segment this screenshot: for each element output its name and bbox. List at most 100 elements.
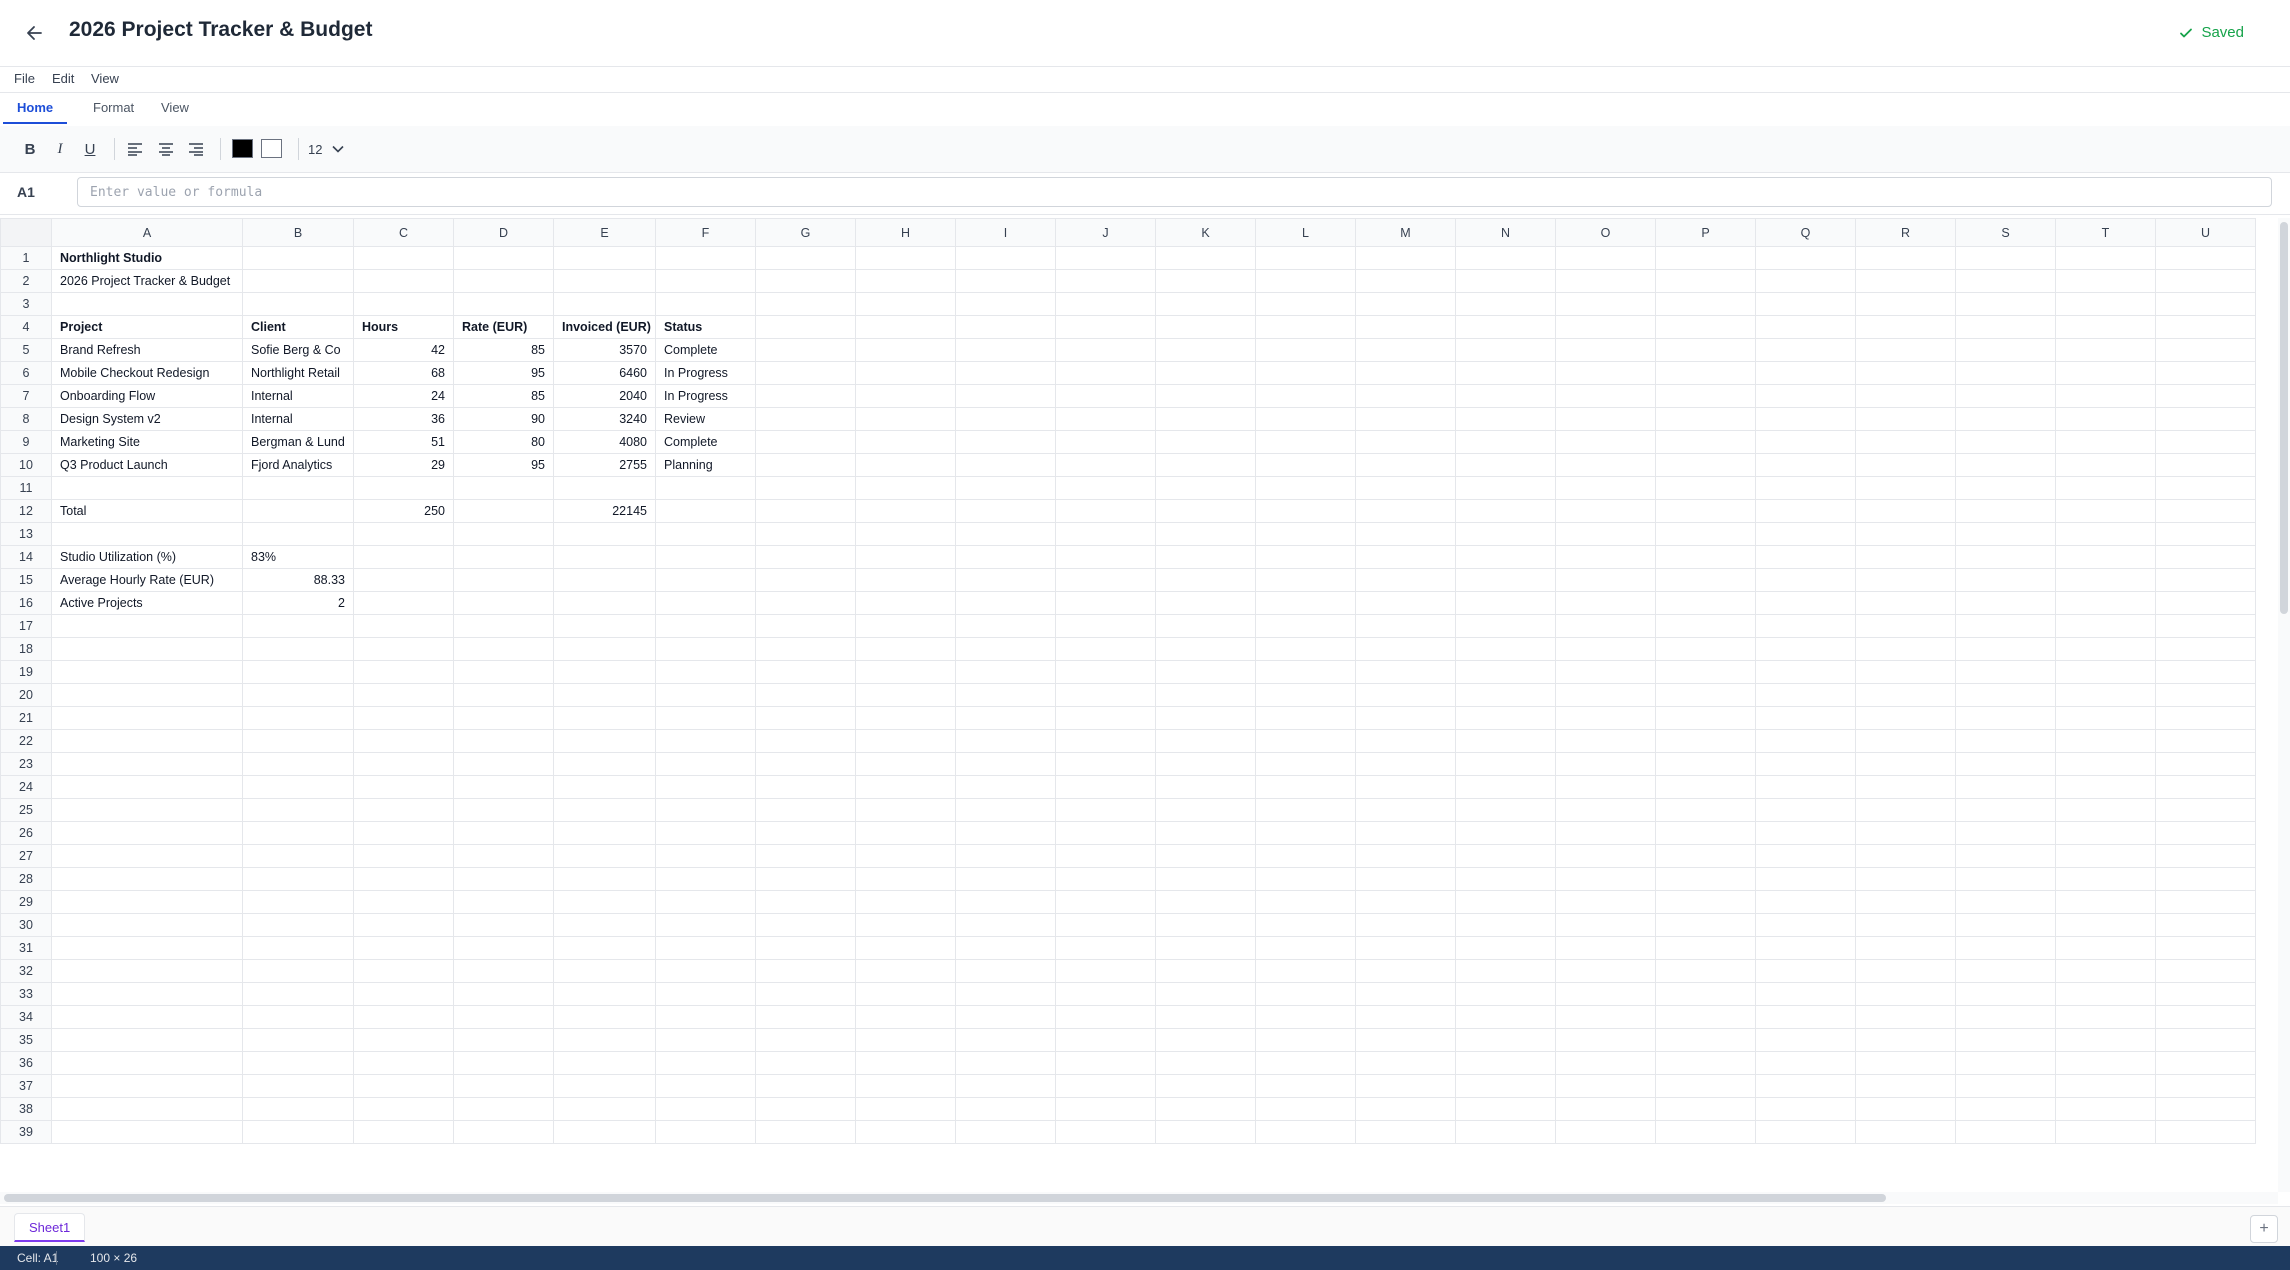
cell-m23[interactable] <box>1355 752 1456 776</box>
cell-b34[interactable] <box>242 1005 354 1029</box>
column-header-f[interactable]: F <box>655 218 756 247</box>
cell-e32[interactable] <box>553 959 656 983</box>
cell-d2[interactable] <box>453 269 554 293</box>
cell-q7[interactable] <box>1755 384 1856 408</box>
column-header-a[interactable]: A <box>51 218 243 247</box>
cell-d31[interactable] <box>453 936 554 960</box>
cell-q25[interactable] <box>1755 798 1856 822</box>
cell-a8[interactable]: Design System v2 <box>51 407 243 431</box>
cell-c5[interactable]: 42 <box>353 338 454 362</box>
cell-l33[interactable] <box>1255 982 1356 1006</box>
cell-e36[interactable] <box>553 1051 656 1075</box>
tab-home[interactable]: Home <box>3 100 68 124</box>
cell-j35[interactable] <box>1055 1028 1156 1052</box>
cell-a12[interactable]: Total <box>51 499 243 523</box>
cell-t4[interactable] <box>2055 315 2156 339</box>
row-header[interactable]: 29 <box>0 890 52 914</box>
cell-h27[interactable] <box>855 844 956 868</box>
cell-b26[interactable] <box>242 821 354 845</box>
cell-n3[interactable] <box>1455 292 1556 316</box>
cell-n10[interactable] <box>1455 453 1556 477</box>
cell-e35[interactable] <box>553 1028 656 1052</box>
cell-s5[interactable] <box>1955 338 2056 362</box>
cell-q12[interactable] <box>1755 499 1856 523</box>
cell-h36[interactable] <box>855 1051 956 1075</box>
cell-k26[interactable] <box>1155 821 1256 845</box>
cell-q32[interactable] <box>1755 959 1856 983</box>
cell-k12[interactable] <box>1155 499 1256 523</box>
cell-t11[interactable] <box>2055 476 2156 500</box>
cell-b12[interactable] <box>242 499 354 523</box>
cell-j27[interactable] <box>1055 844 1156 868</box>
cell-k16[interactable] <box>1155 591 1256 615</box>
cell-i32[interactable] <box>955 959 1056 983</box>
cell-u20[interactable] <box>2155 683 2256 707</box>
cell-i25[interactable] <box>955 798 1056 822</box>
cell-o7[interactable] <box>1555 384 1656 408</box>
cell-f7[interactable]: In Progress <box>655 384 756 408</box>
cell-l16[interactable] <box>1255 591 1356 615</box>
cell-c33[interactable] <box>353 982 454 1006</box>
cell-e5[interactable]: 3570 <box>553 338 656 362</box>
cell-b5[interactable]: Sofie Berg & Co <box>242 338 354 362</box>
cell-t7[interactable] <box>2055 384 2156 408</box>
row-header[interactable]: 20 <box>0 683 52 707</box>
cell-b16[interactable]: 2 <box>242 591 354 615</box>
cell-l36[interactable] <box>1255 1051 1356 1075</box>
cell-r4[interactable] <box>1855 315 1956 339</box>
cell-i26[interactable] <box>955 821 1056 845</box>
cell-e28[interactable] <box>553 867 656 891</box>
cell-a9[interactable]: Marketing Site <box>51 430 243 454</box>
cell-e7[interactable]: 2040 <box>553 384 656 408</box>
cell-u37[interactable] <box>2155 1074 2256 1098</box>
cell-l22[interactable] <box>1255 729 1356 753</box>
cell-r12[interactable] <box>1855 499 1956 523</box>
cell-t35[interactable] <box>2055 1028 2156 1052</box>
cell-p9[interactable] <box>1655 430 1756 454</box>
cell-s18[interactable] <box>1955 637 2056 661</box>
cell-e22[interactable] <box>553 729 656 753</box>
cell-p36[interactable] <box>1655 1051 1756 1075</box>
cell-f8[interactable]: Review <box>655 407 756 431</box>
cell-n34[interactable] <box>1455 1005 1556 1029</box>
cell-n39[interactable] <box>1455 1120 1556 1144</box>
cell-h30[interactable] <box>855 913 956 937</box>
cell-f22[interactable] <box>655 729 756 753</box>
cell-c17[interactable] <box>353 614 454 638</box>
cell-r18[interactable] <box>1855 637 1956 661</box>
cell-e34[interactable] <box>553 1005 656 1029</box>
row-header[interactable]: 2 <box>0 269 52 293</box>
cell-r24[interactable] <box>1855 775 1956 799</box>
row-header[interactable]: 9 <box>0 430 52 454</box>
cell-l19[interactable] <box>1255 660 1356 684</box>
column-header-n[interactable]: N <box>1455 218 1556 247</box>
cell-c12[interactable]: 250 <box>353 499 454 523</box>
cell-g6[interactable] <box>755 361 856 385</box>
cell-h11[interactable] <box>855 476 956 500</box>
cell-n19[interactable] <box>1455 660 1556 684</box>
cell-j12[interactable] <box>1055 499 1156 523</box>
cell-o22[interactable] <box>1555 729 1656 753</box>
cell-o33[interactable] <box>1555 982 1656 1006</box>
cell-e13[interactable] <box>553 522 656 546</box>
cell-a28[interactable] <box>51 867 243 891</box>
cell-a30[interactable] <box>51 913 243 937</box>
cell-q31[interactable] <box>1755 936 1856 960</box>
cell-b4[interactable]: Client <box>242 315 354 339</box>
cell-c10[interactable]: 29 <box>353 453 454 477</box>
cell-g31[interactable] <box>755 936 856 960</box>
cell-u34[interactable] <box>2155 1005 2256 1029</box>
cell-h33[interactable] <box>855 982 956 1006</box>
cell-g34[interactable] <box>755 1005 856 1029</box>
cell-b25[interactable] <box>242 798 354 822</box>
cell-g26[interactable] <box>755 821 856 845</box>
cell-e14[interactable] <box>553 545 656 569</box>
cell-k13[interactable] <box>1155 522 1256 546</box>
cell-d1[interactable] <box>453 246 554 270</box>
add-sheet-button[interactable]: + <box>2250 1215 2278 1243</box>
cell-a32[interactable] <box>51 959 243 983</box>
cell-u28[interactable] <box>2155 867 2256 891</box>
cell-o11[interactable] <box>1555 476 1656 500</box>
cell-g5[interactable] <box>755 338 856 362</box>
cell-q22[interactable] <box>1755 729 1856 753</box>
